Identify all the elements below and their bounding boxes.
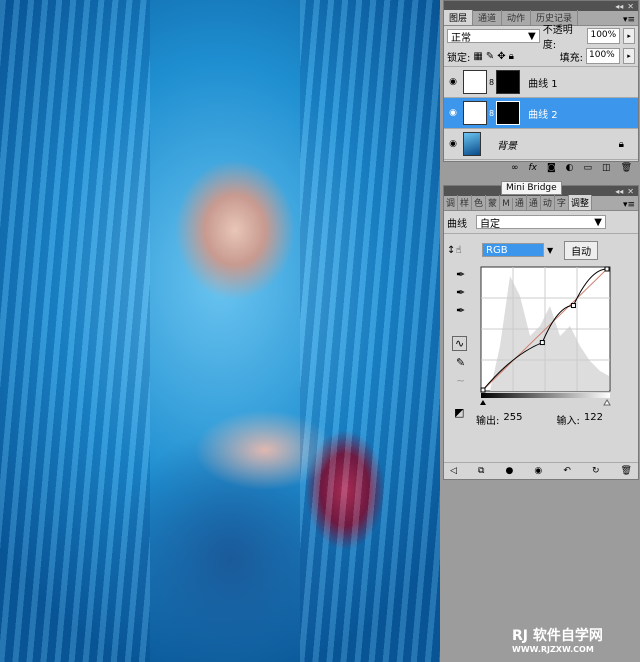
tab-8[interactable]: 字 [555,195,569,210]
curve-point-tool-icon[interactable]: ∿ [452,336,468,351]
collapse-icon[interactable]: ◂◂ [615,2,623,11]
previous-state-icon[interactable]: ↶ [563,466,571,476]
lock-transparent-icon[interactable]: ▦ [473,51,482,62]
blend-mode-select[interactable]: 正常 ▼ [447,29,540,44]
lock-move-icon[interactable]: ✥ [497,51,505,62]
curves-adjustment-thumbnail [463,101,487,125]
collapse-icon[interactable]: ◂◂ [615,187,623,196]
link-layers-icon[interactable]: ∞ [511,163,519,173]
lock-paint-icon[interactable]: ✎ [486,51,494,62]
layer-background[interactable]: ◉ 背景 🔒︎ [444,128,638,159]
tab-styles[interactable]: 样 [458,195,473,210]
new-adjustment-icon[interactable]: ◐ [566,163,574,173]
delete-icon[interactable]: 🗑︎ [621,466,632,476]
tab-adjust[interactable]: 调 [444,195,459,210]
tab-6[interactable]: 通 [527,195,541,210]
image-thumbnail [463,132,481,156]
channel-select[interactable]: RGB [482,243,544,257]
delete-layer-icon[interactable]: 🗑︎ [621,163,632,173]
fill-label: 填充: [559,52,583,64]
tab-masks[interactable]: 蒙 [486,195,501,210]
layer-name: 曲线 2 [528,109,558,121]
panel-menu-icon[interactable]: ▾≡ [623,15,638,25]
visibility-eye-icon[interactable]: ◉ [534,466,542,476]
clip-to-layer-icon[interactable]: ● [505,466,513,476]
output-value[interactable]: 255 [503,412,522,427]
visibility-eye-icon[interactable]: ◉ [446,77,460,87]
curve-control-point[interactable] [480,387,486,393]
white-eyedropper-icon[interactable]: ✒ [456,304,465,317]
white-point-slider[interactable] [603,399,611,406]
opacity-input[interactable]: 100% [587,28,621,44]
layer-mask-thumbnail[interactable] [496,101,521,125]
tab-layers[interactable]: 图层 [444,10,474,25]
lock-all-icon[interactable]: 🔒︎ [509,51,514,62]
tab-channels[interactable]: 通道 [473,10,503,25]
lock-icon: 🔒︎ [618,138,624,150]
black-eyedropper-icon[interactable]: ✒ [456,268,465,281]
tab-actions[interactable]: 动作 [502,10,532,25]
pencil-tool-icon[interactable]: ✎ [456,356,465,369]
curtain-left [0,0,150,662]
layer-name: 背景 [497,140,517,152]
tab-7[interactable]: 动 [541,195,555,210]
new-layer-icon[interactable]: ◫ [602,163,611,173]
visibility-eye-icon[interactable]: ◉ [446,108,460,118]
opacity-slider-button[interactable]: ▸ [623,28,635,44]
gradient-bar [481,393,610,398]
fill-slider-button[interactable]: ▸ [623,48,635,64]
adjustments-panel: ◂◂ ✕ 调 样 色 蒙 M 通 通 动 字 调整 ▾≡ 曲线 自定 ▼ ↕☝ RG… [443,185,639,480]
watermark-logo: RJ 软件自学网 WWW.RJZXW.COM [512,628,603,654]
on-image-adjust-icon[interactable]: ↕☝ [447,245,469,256]
photo-canvas [0,0,440,662]
tab-adjustments[interactable]: 调整 [568,195,592,210]
layer-mask-thumbnail[interactable] [496,70,521,94]
tab-m[interactable]: M [500,198,513,210]
lock-label: 锁定: [447,52,471,64]
layer-name: 曲线 1 [528,78,558,90]
chain-link-icon[interactable]: 8 [489,78,494,87]
expand-view-icon[interactable]: ⧉ [478,466,484,476]
output-label: 输出: [476,416,500,427]
curves-label: 曲线 [447,218,467,230]
tab-color[interactable]: 色 [472,195,487,210]
black-point-slider[interactable] [480,400,486,405]
input-label: 输入: [556,416,580,427]
channel-dropdown-icon[interactable]: ▼ [547,246,553,255]
close-icon[interactable]: ✕ [627,2,634,11]
curves-graph[interactable] [480,266,612,406]
fill-input[interactable]: 100% [586,48,620,64]
curve-control-point[interactable] [570,303,576,309]
reset-icon[interactable]: ↻ [592,466,600,476]
close-icon[interactable]: ✕ [627,187,634,196]
back-arrow-icon[interactable]: ◁ [450,466,457,476]
preset-select[interactable]: 自定 ▼ [476,215,606,230]
add-mask-icon[interactable]: ◙ [547,163,556,173]
tab-5[interactable]: 通 [513,195,527,210]
auto-button[interactable]: 自动 [564,240,599,260]
curve-control-point[interactable] [539,340,545,346]
curve-control-point[interactable] [604,266,610,272]
layers-panel: ◂◂ ✕ 图层 通道 动作 历史记录 ▾≡ 正常 ▼ 不透明度: 100% ▸ 锁定… [443,0,639,173]
fx-icon[interactable]: fx [528,163,537,173]
layer-curves-2[interactable]: ◉ 8 曲线 2 [444,97,638,128]
input-value[interactable]: 122 [584,412,603,427]
chain-link-icon[interactable]: 8 [489,109,494,118]
curves-adjustment-thumbnail [463,70,487,94]
curtain-right [300,0,440,662]
new-group-icon[interactable]: ▭ [584,163,593,173]
tooltip: Mini Bridge [501,181,562,195]
panel-menu-icon[interactable]: ▾≡ [623,200,638,210]
visibility-eye-icon[interactable]: ◉ [446,139,460,149]
gray-eyedropper-icon[interactable]: ✒ [456,286,465,299]
opacity-label: 不透明度: [542,25,573,51]
clipping-warning-icon[interactable]: ◩ [454,406,464,419]
smooth-icon[interactable]: ~ [456,374,465,387]
layer-curves-1[interactable]: ◉ 8 曲线 1 [444,66,638,97]
